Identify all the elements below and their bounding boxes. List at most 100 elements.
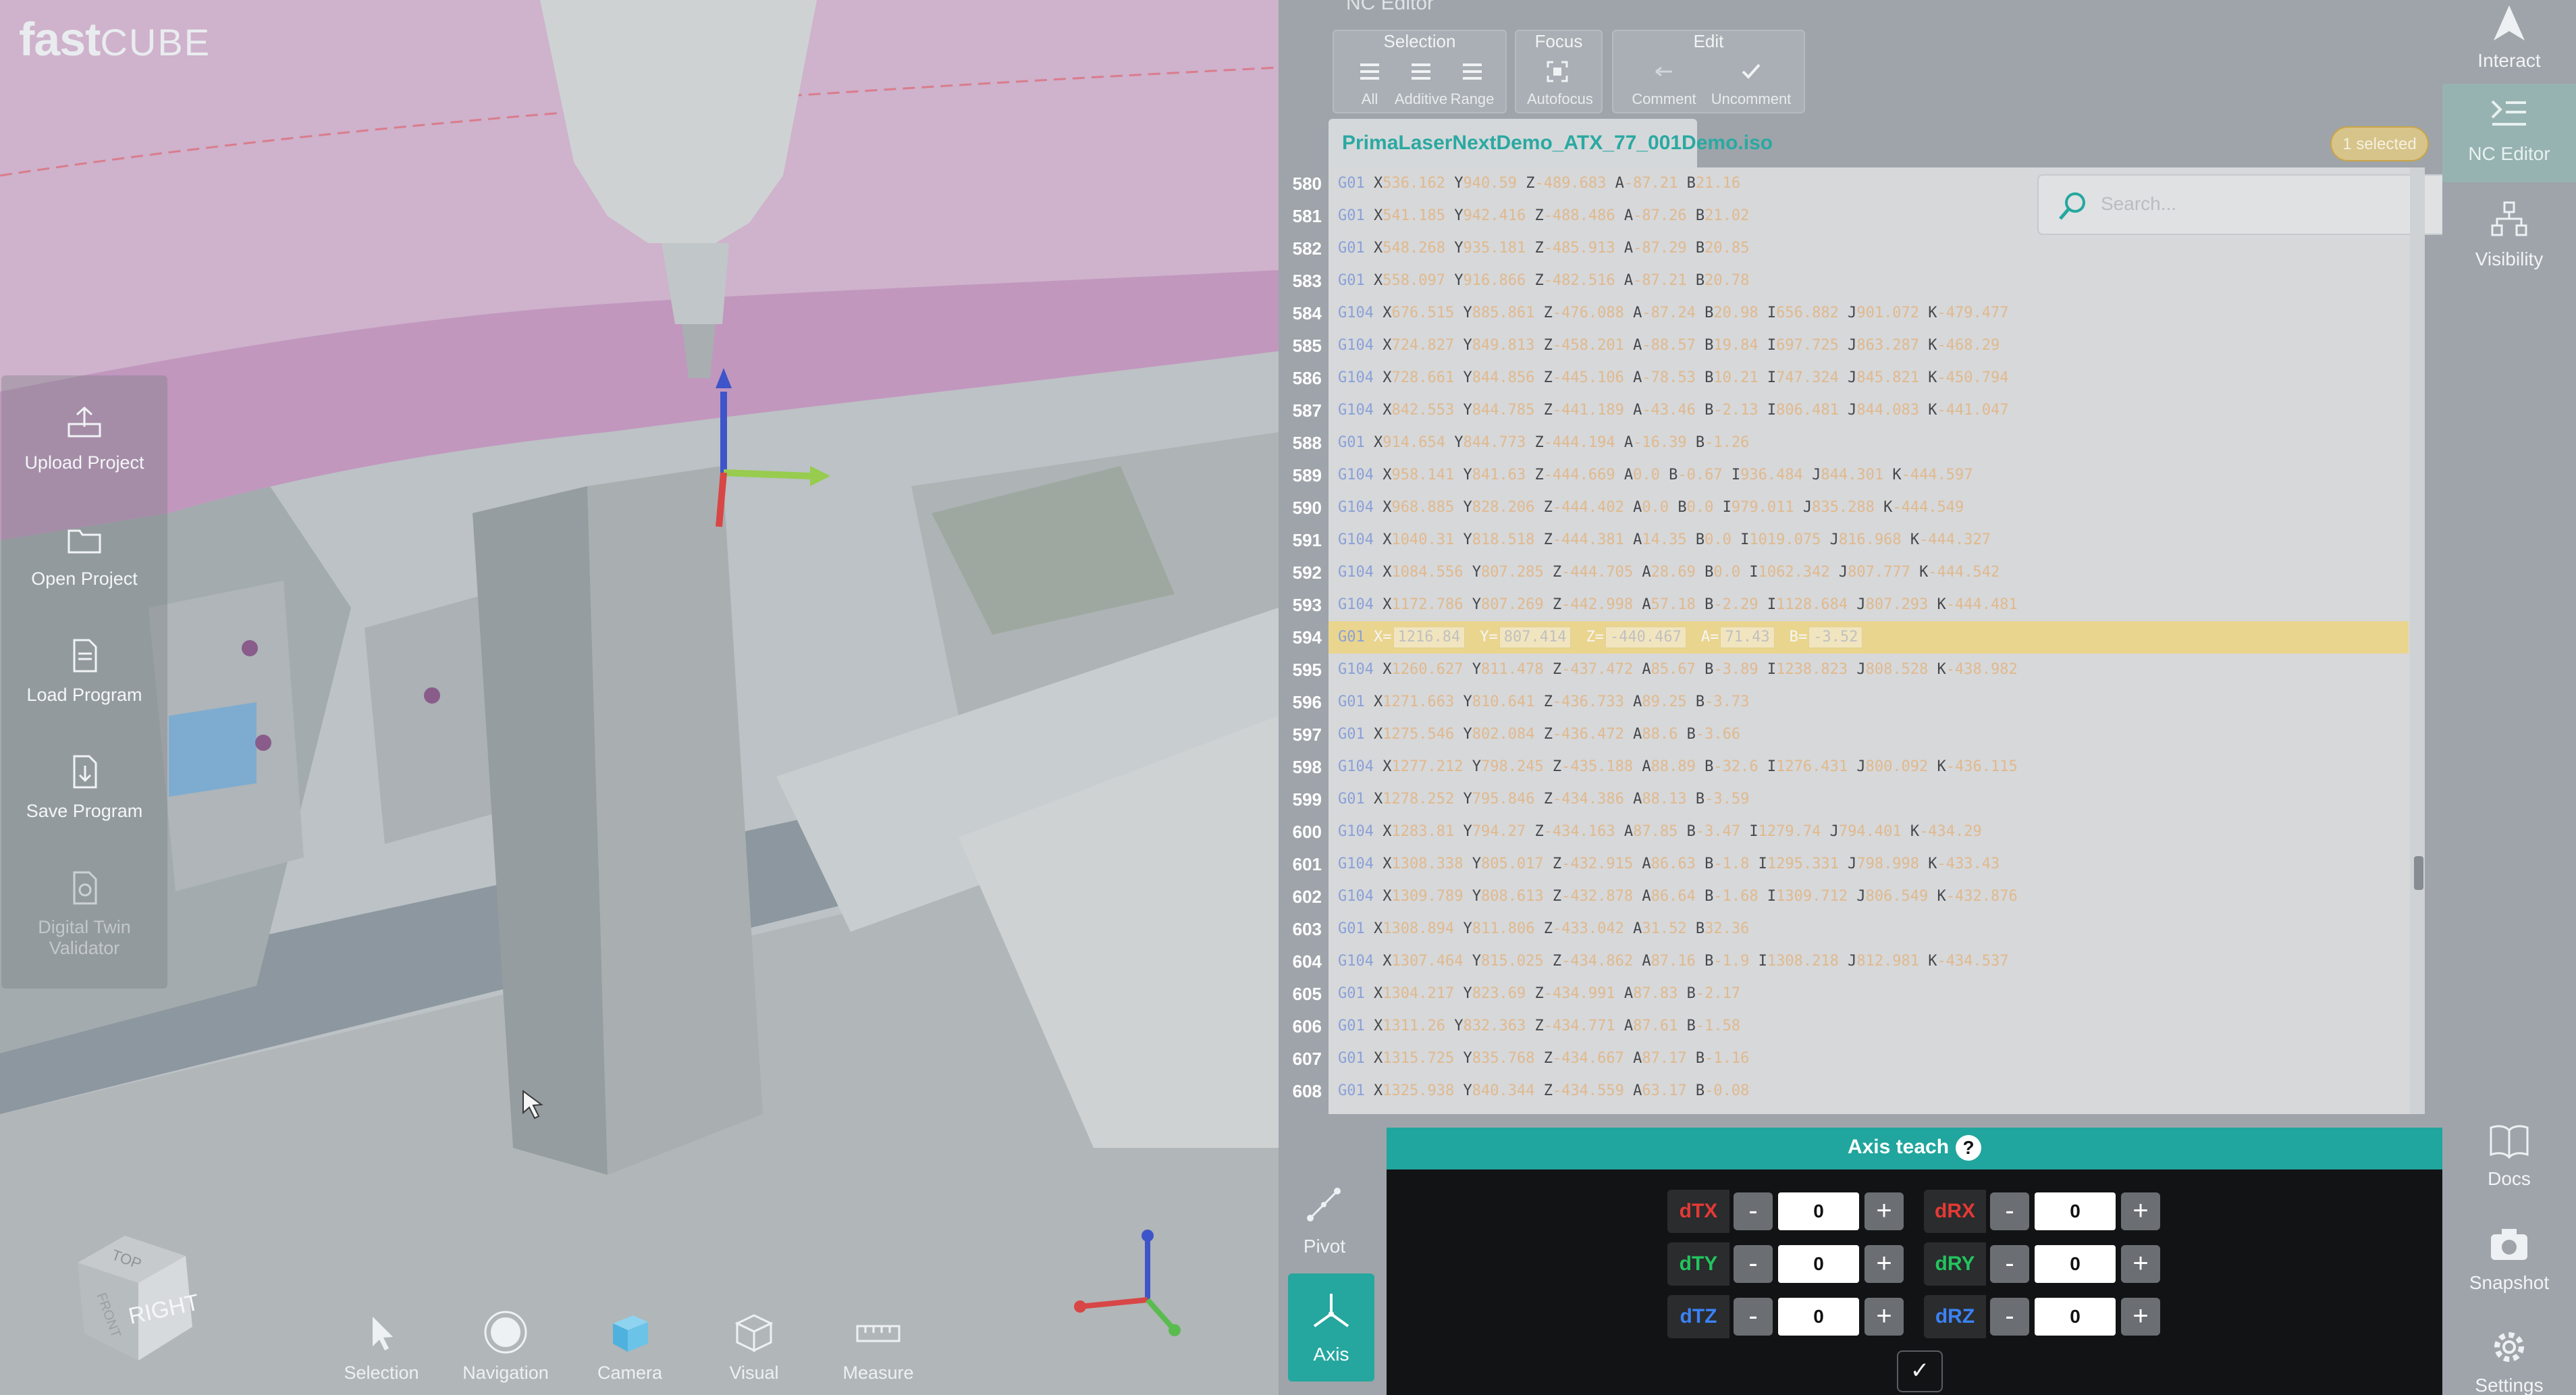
axis-mode-label: Axis: [1313, 1344, 1349, 1365]
code-line[interactable]: 594 G01 X= 1216.84 Y= 807.414 Z= -440.467 A= 71.…: [1293, 621, 2409, 654]
visual-tool-button[interactable]: Visual: [703, 1309, 805, 1384]
comment-button[interactable]: Comment: [1627, 58, 1701, 108]
3d-viewport[interactable]: fastCUBE Upload Project Open Project Loa…: [0, 0, 1279, 1395]
drx-plus-button[interactable]: +: [2121, 1192, 2160, 1230]
docs-button[interactable]: Docs: [2442, 1118, 2576, 1199]
upload-project-button[interactable]: Upload Project: [1, 404, 167, 473]
search-input[interactable]: Search...: [2101, 193, 2176, 215]
param-value: 1283.81: [1391, 823, 1455, 840]
code-line[interactable]: 595 G104 X1260.627 Y811.478 Z-437.472 A85…: [1293, 654, 2409, 686]
axis-mode-button[interactable]: Axis: [1288, 1273, 1374, 1381]
code-line[interactable]: 596 G01 X1271.663 Y810.641 Z-436.733 A89.…: [1293, 686, 2409, 718]
code-line[interactable]: 585 G104 X724.827 Y849.813 Z-458.201 A-88…: [1293, 330, 2409, 362]
param-value: -479.477: [1937, 305, 2009, 321]
nc-editor-button[interactable]: NC Editor: [2442, 84, 2576, 182]
dry-minus-button[interactable]: -: [1990, 1245, 2029, 1283]
param-letter: I: [1767, 596, 1777, 613]
code-line[interactable]: 605 G01 X1304.217 Y823.69 Z-434.991 A87.8…: [1293, 978, 2409, 1010]
param-letter: Y: [1472, 661, 1481, 678]
code-line[interactable]: 604 G104 X1307.464 Y815.025 Z-434.862 A87…: [1293, 945, 2409, 978]
visibility-button[interactable]: Visibility: [2442, 199, 2576, 280]
param-value: -488.486: [1543, 207, 1615, 224]
code-line[interactable]: 587 G104 X842.553 Y844.785 Z-441.189 A-43…: [1293, 394, 2409, 427]
confirm-button[interactable]: ✓: [1897, 1350, 1943, 1392]
uncomment-button[interactable]: Uncomment: [1709, 58, 1793, 108]
code-line[interactable]: 601 G104 X1308.338 Y805.017 Z-432.915 A86…: [1293, 848, 2409, 880]
code-line[interactable]: 586 G104 X728.661 Y844.856 Z-445.106 A-78…: [1293, 362, 2409, 394]
dtx-minus-button[interactable]: -: [1734, 1192, 1773, 1230]
param-input[interactable]: -440.467: [1605, 627, 1686, 648]
param-input[interactable]: -3.52: [1808, 627, 1863, 648]
open-project-button[interactable]: Open Project: [1, 520, 167, 589]
code-line[interactable]: 589 G104 X958.141 Y841.63 Z-444.669 A0.0 …: [1293, 459, 2409, 492]
load-program-button[interactable]: Load Program: [1, 636, 167, 706]
dtx-plus-button[interactable]: +: [1864, 1192, 1904, 1230]
dry-plus-button[interactable]: +: [2121, 1245, 2160, 1283]
code-line[interactable]: 590 G104 X968.885 Y828.206 Z-444.402 A0.0…: [1293, 492, 2409, 524]
code-line[interactable]: 584 G104 X676.515 Y885.861 Z-476.088 A-87…: [1293, 297, 2409, 330]
file-tab[interactable]: PrimaLaserNextDemo_ATX_77_001Demo.iso: [1329, 119, 1773, 167]
dtz-minus-button[interactable]: -: [1734, 1298, 1773, 1336]
drz-input[interactable]: 0: [2035, 1298, 2116, 1336]
dty-plus-button[interactable]: +: [1864, 1245, 1904, 1283]
param-letter: Y: [1454, 434, 1464, 451]
edit-group-title: Edit: [1693, 31, 1724, 51]
editor-scrollbar[interactable]: [2410, 167, 2425, 1114]
code-line[interactable]: 599 G01 X1278.252 Y795.846 Z-434.386 A88.…: [1293, 783, 2409, 816]
drx-minus-button[interactable]: -: [1990, 1192, 2029, 1230]
machine-scene[interactable]: [0, 0, 1279, 1395]
code-line[interactable]: 593 G104 X1172.786 Y807.269 Z-442.998 A57…: [1293, 589, 2409, 621]
code-line[interactable]: 608 G01 X1325.938 Y840.344 Z-434.559 A63.…: [1293, 1075, 2409, 1107]
param-value: 844.301: [1821, 467, 1884, 483]
selection-tool-button[interactable]: Selection: [331, 1309, 432, 1384]
navigation-tool-button[interactable]: Navigation: [455, 1309, 556, 1384]
code-line[interactable]: 597 G01 X1275.546 Y802.084 Z-436.472 A88.…: [1293, 718, 2409, 751]
code-line[interactable]: 607 G01 X1315.725 Y835.768 Z-434.667 A87.…: [1293, 1043, 2409, 1075]
param-value: 806.549: [1865, 888, 1929, 905]
param-input[interactable]: 1216.84: [1393, 627, 1466, 648]
dry-input[interactable]: 0: [2035, 1245, 2116, 1283]
interact-button[interactable]: Interact: [2442, 0, 2576, 74]
drz-minus-button[interactable]: -: [1990, 1298, 2029, 1336]
drz-plus-button[interactable]: +: [2121, 1298, 2160, 1336]
code-line[interactable]: 588 G01 X914.654 Y844.773 Z-444.194 A-16.…: [1293, 427, 2409, 459]
search-box[interactable]: Search...: [2037, 174, 2452, 235]
fastcube-logo: fastCUBE: [19, 12, 211, 66]
code-line[interactable]: 592 G104 X1084.556 Y807.285 Z-444.705 A28…: [1293, 556, 2409, 589]
code-line[interactable]: 591 G104 X1040.31 Y818.518 Z-444.381 A14.…: [1293, 524, 2409, 556]
param-input[interactable]: 807.414: [1499, 627, 1572, 648]
dty-input[interactable]: 0: [1778, 1245, 1859, 1283]
dtz-plus-button[interactable]: +: [1864, 1298, 1904, 1336]
dtz-input[interactable]: 0: [1778, 1298, 1859, 1336]
dtx-input[interactable]: 0: [1778, 1192, 1859, 1230]
navigation-cube[interactable]: TOP FRONT RIGHT: [64, 1215, 199, 1371]
param-letter: I: [1767, 758, 1777, 775]
drx-input[interactable]: 0: [2035, 1192, 2116, 1230]
param-input[interactable]: 71.43: [1720, 627, 1775, 648]
snapshot-button[interactable]: Snapshot: [2442, 1222, 2576, 1303]
param-value: 1128.684: [1776, 596, 1848, 613]
pivot-mode-button[interactable]: Pivot: [1281, 1165, 1368, 1264]
select-range-button[interactable]: Range: [1442, 58, 1503, 108]
autofocus-button[interactable]: Autofocus: [1527, 58, 1593, 108]
code-line[interactable]: 583 G01 X558.097 Y916.866 Z-482.516 A-87.…: [1293, 265, 2409, 297]
code-line[interactable]: 602 G104 X1309.789 Y808.613 Z-432.878 A86…: [1293, 880, 2409, 913]
param-letter: K: [1910, 823, 1920, 840]
editor-scroll-thumb[interactable]: [2414, 856, 2423, 890]
dty-minus-button[interactable]: -: [1734, 1245, 1773, 1283]
code-line[interactable]: 582 G01 X548.268 Y935.181 Z-485.913 A-87.…: [1293, 232, 2409, 265]
line-number: 590: [1292, 498, 1322, 518]
param-value: 841.63: [1472, 467, 1526, 483]
measure-tool-button[interactable]: Measure: [828, 1309, 929, 1384]
code-editor[interactable]: 580 G01 X536.162 Y940.59 Z-489.683 A-87.2…: [1279, 167, 2452, 1114]
code-line[interactable]: 606 G01 X1311.26 Y832.363 Z-434.771 A87.6…: [1293, 1010, 2409, 1043]
help-icon[interactable]: ?: [1956, 1135, 1982, 1161]
code-text: G01 X1308.894 Y811.806 Z-433.042 A31.52 …: [1338, 913, 1749, 945]
code-line[interactable]: 600 G104 X1283.81 Y794.27 Z-434.163 A87.8…: [1293, 816, 2409, 848]
code-line[interactable]: 598 G104 X1277.212 Y798.245 Z-435.188 A88…: [1293, 751, 2409, 783]
digital-twin-validator-button[interactable]: Digital Twin Validator: [1, 868, 167, 959]
camera-tool-button[interactable]: Camera: [579, 1309, 680, 1384]
save-program-button[interactable]: Save Program: [1, 752, 167, 822]
settings-button[interactable]: Settings: [2442, 1325, 2576, 1395]
code-line[interactable]: 603 G01 X1308.894 Y811.806 Z-433.042 A31.…: [1293, 913, 2409, 945]
